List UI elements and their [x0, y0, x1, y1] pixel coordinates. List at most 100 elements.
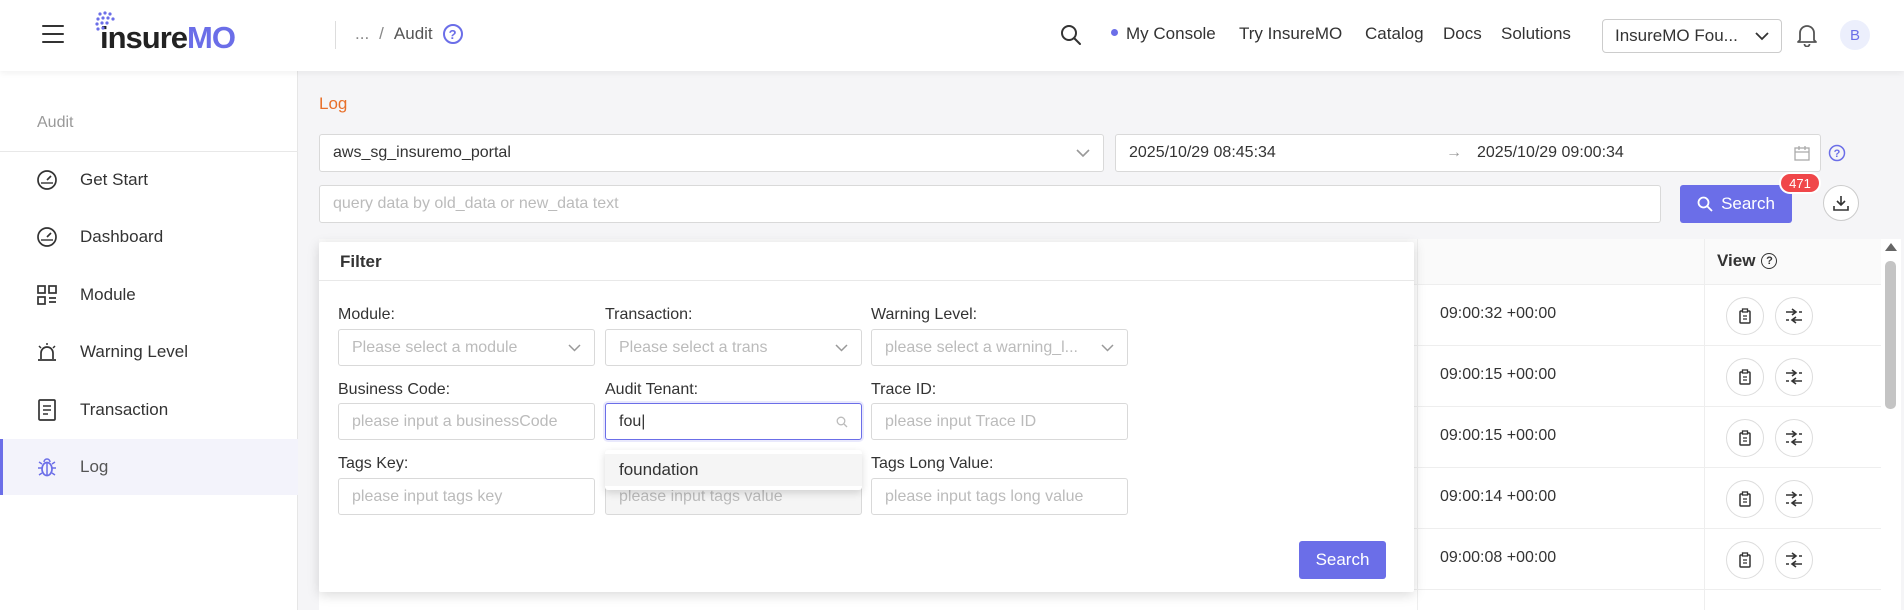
- scrollbar-thumb[interactable]: [1885, 261, 1896, 409]
- date-range-picker[interactable]: 2025/10/29 08:45:34 → 2025/10/29 09:00:3…: [1115, 134, 1821, 172]
- tags-long-value-label: Tags Long Value:: [871, 455, 994, 472]
- view-detail-button[interactable]: [1726, 480, 1764, 518]
- table-scrollbar[interactable]: [1881, 239, 1901, 610]
- filter-search-button[interactable]: Search: [1299, 541, 1386, 579]
- tenant-select[interactable]: InsureMO Fou...: [1602, 19, 1782, 53]
- transaction-select[interactable]: Please select a trans: [605, 329, 862, 366]
- avatar[interactable]: B: [1840, 20, 1870, 50]
- view-detail-button[interactable]: [1726, 297, 1764, 335]
- app-select[interactable]: aws_sg_insuremo_portal: [319, 134, 1104, 172]
- app-select-value: aws_sg_insuremo_portal: [333, 144, 511, 161]
- top-header: insureMO ... / Audit ? My Console Try In…: [0, 0, 1904, 71]
- active-dot-icon: [1111, 29, 1118, 37]
- result-count-badge: 471: [1779, 172, 1821, 194]
- audit-tenant-input[interactable]: fou|: [605, 403, 862, 440]
- tags-key-label: Tags Key:: [338, 455, 409, 472]
- breadcrumb-separator: /: [379, 24, 384, 43]
- query-input[interactable]: query data by old_data or new_data text: [319, 185, 1661, 223]
- alarm-icon: [36, 341, 58, 363]
- transaction-placeholder: Please select a trans: [619, 338, 768, 356]
- sidebar-item-warning-level[interactable]: Warning Level: [0, 324, 298, 380]
- audit-tenant-label: Audit Tenant:: [605, 381, 699, 398]
- nav-try-insuremo[interactable]: Try InsureMO: [1239, 24, 1342, 44]
- module-select[interactable]: Please select a module: [338, 329, 595, 366]
- tenant-autocomplete-dropdown: foundation: [605, 450, 862, 490]
- bell-icon[interactable]: [1796, 23, 1818, 47]
- svg-text:?: ?: [1834, 148, 1841, 160]
- nav-docs[interactable]: Docs: [1443, 24, 1482, 44]
- dropdown-option-foundation[interactable]: foundation: [605, 454, 862, 486]
- calendar-icon: [1794, 146, 1810, 161]
- sidebar-item-dashboard[interactable]: Dashboard: [0, 209, 298, 265]
- compare-button[interactable]: [1775, 541, 1813, 579]
- nav-my-console[interactable]: My Console: [1111, 24, 1216, 44]
- bug-icon: [36, 456, 58, 478]
- insuremo-logo[interactable]: insureMO: [94, 11, 236, 56]
- compare-button[interactable]: [1775, 480, 1813, 518]
- scroll-up-arrow-icon[interactable]: [1885, 243, 1897, 251]
- search-icon[interactable]: [1060, 24, 1082, 46]
- filter-title: Filter: [340, 252, 382, 271]
- business-code-label: Business Code:: [338, 381, 451, 398]
- view-detail-button[interactable]: [1726, 358, 1764, 396]
- row-time: 09:00:32 +00:00: [1440, 305, 1557, 322]
- header-divider: [335, 21, 336, 49]
- compare-button[interactable]: [1775, 358, 1813, 396]
- breadcrumb: ... / Audit ?: [355, 24, 463, 44]
- date-help-icon[interactable]: ?: [1828, 144, 1846, 162]
- chevron-down-icon: [835, 343, 848, 352]
- business-code-input[interactable]: please input a businessCode: [338, 403, 595, 440]
- nav-solutions[interactable]: Solutions: [1501, 24, 1571, 44]
- document-icon: [36, 399, 58, 421]
- compare-icon: [1786, 491, 1802, 507]
- tenant-select-value: InsureMO Fou...: [1615, 26, 1738, 45]
- sidebar-item-transaction[interactable]: Transaction: [0, 382, 298, 438]
- view-help-icon[interactable]: ?: [1761, 253, 1778, 269]
- table-header-view: View ?: [1717, 251, 1778, 271]
- clipboard-icon: [1739, 308, 1751, 324]
- compare-icon: [1786, 308, 1802, 324]
- clipboard-icon: [1739, 491, 1751, 507]
- date-start[interactable]: 2025/10/29 08:45:34: [1129, 144, 1276, 162]
- module-grid-icon: [36, 284, 58, 306]
- gauge-icon: [36, 226, 58, 248]
- compare-button[interactable]: [1775, 419, 1813, 457]
- row-time: 09:00:08 +00:00: [1440, 549, 1557, 566]
- sidebar-item-label: Warning Level: [80, 342, 189, 361]
- view-detail-button[interactable]: [1726, 419, 1764, 457]
- sidebar: Audit Get Start Dashboard Module Warning…: [0, 71, 298, 610]
- nav-catalog[interactable]: Catalog: [1365, 24, 1424, 44]
- compare-button[interactable]: [1775, 297, 1813, 335]
- help-icon[interactable]: ?: [442, 24, 463, 44]
- sidebar-title: Audit: [37, 114, 74, 131]
- breadcrumb-current: Audit: [393, 24, 433, 43]
- trace-id-input[interactable]: please input Trace ID: [871, 403, 1128, 440]
- compare-icon: [1786, 552, 1802, 568]
- clipboard-icon: [1739, 552, 1751, 568]
- download-button[interactable]: [1823, 185, 1859, 221]
- page-title: Log: [319, 94, 348, 113]
- date-end[interactable]: 2025/10/29 09:00:34: [1477, 144, 1624, 162]
- transaction-label: Transaction:: [605, 306, 693, 323]
- compare-icon: [1786, 369, 1802, 385]
- sidebar-item-get-start[interactable]: Get Start: [0, 152, 298, 208]
- search-button[interactable]: Search: [1680, 185, 1792, 223]
- chevron-down-icon: [568, 343, 581, 352]
- audit-tenant-value: fou|: [619, 412, 646, 430]
- sidebar-item-label: Log: [80, 457, 109, 476]
- clipboard-icon: [1739, 430, 1751, 446]
- breadcrumb-ellipsis[interactable]: ...: [355, 24, 369, 44]
- warning-level-placeholder: please select a warning_l...: [885, 338, 1078, 356]
- hamburger-menu-icon[interactable]: [42, 25, 64, 43]
- chevron-down-icon: [1076, 148, 1090, 157]
- tags-key-input[interactable]: please input tags key: [338, 478, 595, 515]
- tags-long-value-input[interactable]: please input tags long value: [871, 478, 1128, 515]
- warning-level-select[interactable]: please select a warning_l...: [871, 329, 1128, 366]
- compare-icon: [1786, 430, 1802, 446]
- warning-level-label: Warning Level:: [871, 306, 978, 323]
- sidebar-item-module[interactable]: Module: [0, 267, 298, 323]
- sidebar-item-log[interactable]: Log: [0, 439, 298, 495]
- filter-divider: [319, 280, 1414, 281]
- chevron-down-icon: [1755, 31, 1769, 40]
- view-detail-button[interactable]: [1726, 541, 1764, 579]
